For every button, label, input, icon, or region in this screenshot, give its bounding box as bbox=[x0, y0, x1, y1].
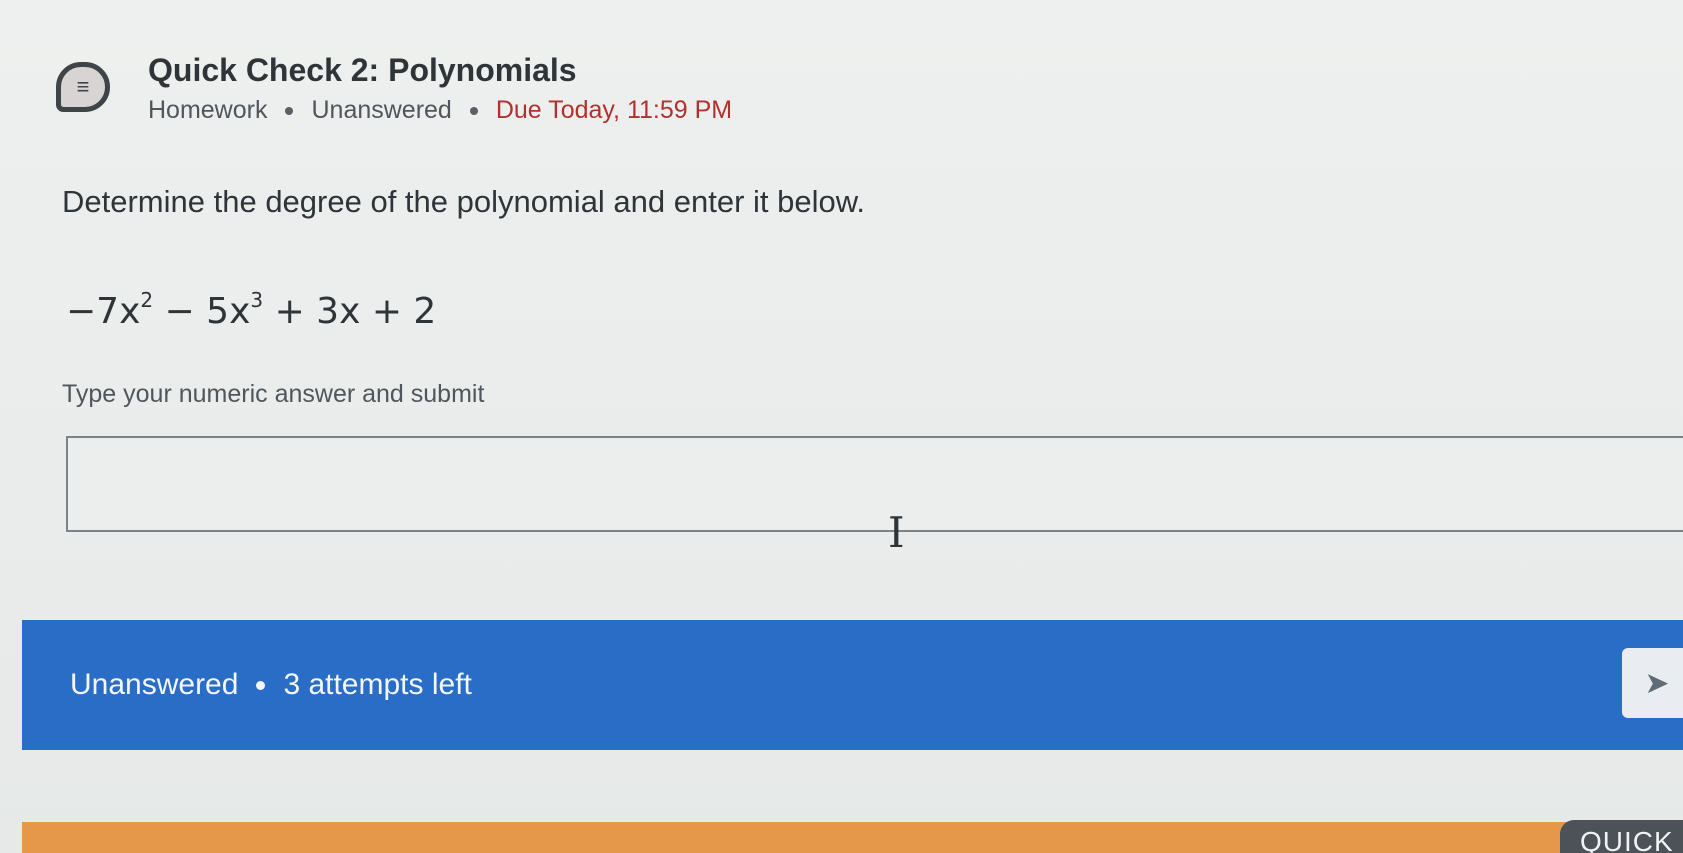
answer-hint: Type your numeric answer and submit bbox=[62, 380, 485, 408]
remaining-terms: + 3x + 2 bbox=[263, 291, 437, 332]
question-prompt: Determine the degree of the polynomial a… bbox=[62, 184, 866, 219]
term-2: 5x bbox=[206, 291, 251, 332]
separator-dot bbox=[256, 680, 266, 690]
list-bubble-icon: ≡ bbox=[56, 62, 110, 112]
status-label: Unanswered bbox=[70, 668, 239, 701]
attempts-left: 3 attempts left bbox=[283, 668, 472, 701]
quick-tab[interactable]: QUICK bbox=[1560, 820, 1683, 853]
page-title: Quick Check 2: Polynomials bbox=[148, 52, 577, 88]
term-1-exponent: 2 bbox=[140, 288, 154, 312]
term-2-exponent: 3 bbox=[250, 288, 264, 312]
submit-button[interactable]: ➤ bbox=[1622, 648, 1683, 718]
numeric-answer-input[interactable] bbox=[66, 436, 1683, 532]
submission-status: Unanswered 3 attempts left bbox=[70, 668, 472, 702]
due-date: Due Today, 11:59 PM bbox=[495, 96, 733, 124]
separator-dot bbox=[469, 106, 478, 115]
operator-minus: − bbox=[153, 291, 207, 332]
polynomial-expression: −7x2 − 5x3 + 3x + 2 bbox=[66, 288, 436, 332]
assignment-meta: Homework Unanswered Due Today, 11:59 PM bbox=[148, 96, 732, 125]
submission-status-bar: Unanswered 3 attempts left ➤ bbox=[22, 620, 1683, 750]
bottom-banner bbox=[22, 822, 1683, 853]
term-1: −7x bbox=[66, 291, 141, 332]
send-icon: ➤ bbox=[1644, 666, 1670, 700]
text-cursor-icon: I bbox=[888, 508, 905, 557]
page: ≡ Quick Check 2: Polynomials Homework Un… bbox=[0, 0, 1683, 853]
answer-status: Unanswered bbox=[311, 96, 452, 124]
assignment-type: Homework bbox=[148, 96, 268, 124]
separator-dot bbox=[285, 106, 294, 115]
